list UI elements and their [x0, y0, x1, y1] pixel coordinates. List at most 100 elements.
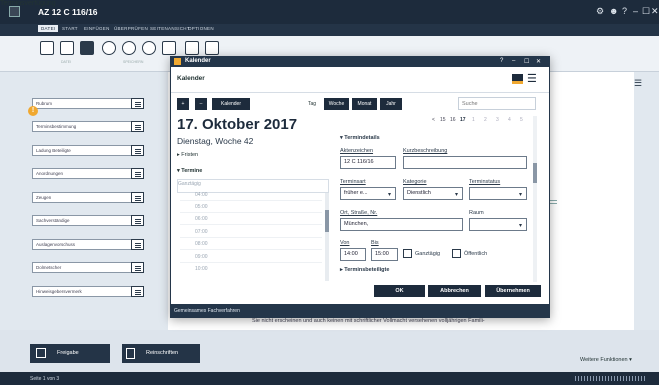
- mini-cal-day[interactable]: 16: [450, 117, 456, 123]
- ort-input[interactable]: München,: [340, 218, 463, 231]
- kategorie-select[interactable]: Dienstlich: [403, 187, 463, 200]
- drag-handle-icon[interactable]: [549, 200, 557, 204]
- apply-button[interactable]: Übernehmen: [485, 285, 541, 297]
- mini-cal-day[interactable]: 5: [520, 117, 523, 123]
- menu-optionen[interactable]: OPTIONEN: [188, 26, 214, 31]
- ganztaegig-checkbox[interactable]: [403, 249, 412, 258]
- mini-cal-day-selected[interactable]: 17: [460, 117, 466, 123]
- sidebar-menu-icon[interactable]: ☰: [634, 78, 642, 89]
- menu-seitenansicht[interactable]: SEITENANSICHT: [150, 26, 190, 31]
- mini-cal-day[interactable]: 1: [472, 117, 475, 123]
- raum-select[interactable]: [469, 218, 527, 231]
- menu-start[interactable]: START: [62, 26, 78, 31]
- auslagen-menu-icon[interactable]: [131, 239, 144, 250]
- field-auslagenvorschuss[interactable]: Auslagenvorschuss: [32, 239, 132, 250]
- zeugen-menu-icon[interactable]: [131, 192, 144, 203]
- sachverstaendige-menu-icon[interactable]: [131, 215, 144, 226]
- hinweis-menu-icon[interactable]: [131, 286, 144, 297]
- dialog-help-button[interactable]: ?: [500, 58, 503, 64]
- help-button[interactable]: ?: [622, 6, 627, 16]
- field-dolmetscher[interactable]: Dolmetscher: [32, 262, 132, 273]
- ladung-menu-icon[interactable]: [131, 145, 144, 156]
- check-icon[interactable]: [122, 41, 136, 55]
- cancel-button[interactable]: Abbrechen: [428, 285, 481, 297]
- von-input[interactable]: 14:00: [340, 248, 366, 261]
- save-icon[interactable]: [40, 41, 54, 55]
- field-anordnungen[interactable]: Anordnungen: [32, 168, 132, 179]
- terminsart-select[interactable]: früher e...: [340, 187, 396, 200]
- mini-cal-day[interactable]: 4: [508, 117, 511, 123]
- search-input[interactable]: [458, 97, 536, 110]
- details-scroll-thumb[interactable]: [533, 163, 537, 183]
- oeffentlich-label: Öffentlich: [464, 251, 488, 257]
- terminstatus-select[interactable]: [469, 187, 527, 200]
- remove-button[interactable]: –: [195, 98, 207, 110]
- dialog-minimize-button[interactable]: –: [512, 58, 515, 64]
- allday-label: Ganztägig: [178, 181, 201, 187]
- paste-icon[interactable]: [205, 41, 219, 55]
- allday-row[interactable]: Ganztägig: [177, 179, 329, 193]
- close-button[interactable]: ✕: [651, 6, 659, 17]
- menu-einfuegen[interactable]: EINFÜGEN: [84, 26, 110, 31]
- tab-tag[interactable]: Tag: [302, 98, 322, 110]
- field-sachverstaendige[interactable]: Sachverständige: [32, 215, 132, 226]
- field-ladung[interactable]: Ladung Beteiligte: [32, 145, 132, 156]
- bis-input[interactable]: 15:00: [371, 248, 398, 261]
- add-button[interactable]: +: [177, 98, 189, 110]
- tab-woche[interactable]: Woche: [324, 98, 349, 110]
- user-icon[interactable]: ☻: [609, 6, 618, 16]
- aktenzeichen-input[interactable]: 12 C 116/16: [340, 156, 396, 169]
- anordnungen-menu-icon[interactable]: [131, 168, 144, 179]
- hour-divider: [180, 249, 322, 250]
- tab-jahr[interactable]: Jahr: [380, 98, 402, 110]
- download-icon[interactable]: [102, 41, 116, 55]
- prev-day-icon[interactable]: <: [432, 117, 435, 123]
- ribbon-label-speichern: SPEICHERN: [123, 60, 144, 64]
- dialog-menu-icon[interactable]: ☰: [527, 72, 537, 85]
- kurzbeschreibung-input[interactable]: [403, 156, 527, 169]
- maximize-button[interactable]: ☐: [642, 6, 650, 17]
- dolmetscher-menu-icon[interactable]: [131, 262, 144, 273]
- field-terminsbestimmung[interactable]: Terminsbestimmung: [32, 121, 132, 132]
- export-icon[interactable]: [142, 41, 156, 55]
- field-rubrum[interactable]: Rubrum: [32, 98, 132, 109]
- kalender-button[interactable]: Kalender: [212, 98, 250, 110]
- mini-cal-day[interactable]: 2: [484, 117, 487, 123]
- timeline-scrollbar[interactable]: [325, 193, 329, 281]
- details-scrollbar[interactable]: [533, 116, 537, 282]
- ok-button[interactable]: OK: [374, 285, 425, 297]
- dialog-close-button[interactable]: ✕: [536, 58, 541, 65]
- hour-label: 07:00: [195, 229, 208, 235]
- field-zeugen[interactable]: Zeugen: [32, 192, 132, 203]
- dialog-header: Kalender ☰: [171, 67, 549, 93]
- hour-label: 06:00: [195, 216, 208, 222]
- weitere-funktionen-button[interactable]: Weitere Funktionen ▾: [580, 357, 632, 363]
- fristen-toggle[interactable]: ▸ Fristen: [177, 152, 198, 158]
- field-hinweis[interactable]: Hinweisgebersvermerk: [32, 286, 132, 297]
- mini-cal-day[interactable]: 15: [440, 117, 446, 123]
- termindetails-toggle[interactable]: ▾ Termindetails: [340, 135, 380, 141]
- date-subheading: Dienstag, Woche 42: [177, 136, 254, 146]
- termine-toggle[interactable]: ▾ Termine: [177, 168, 202, 174]
- rubrum-menu-icon[interactable]: [131, 98, 144, 109]
- termine-label: Termine: [181, 168, 203, 174]
- oeffentlich-checkbox[interactable]: [452, 249, 461, 258]
- menu-ueberpruefen[interactable]: ÜBERPRÜFEN: [114, 26, 148, 31]
- copy-icon[interactable]: [185, 41, 199, 55]
- minimize-button[interactable]: –: [633, 6, 638, 16]
- mini-cal-day[interactable]: 3: [496, 117, 499, 123]
- menu-datei[interactable]: DATEI: [38, 25, 59, 32]
- beteiligte-toggle[interactable]: ▸ Terminsbeteiligte: [340, 267, 389, 273]
- terminsbestimmung-menu-icon[interactable]: [131, 121, 144, 132]
- timeline-scroll-thumb[interactable]: [325, 210, 329, 232]
- reinschriften-button[interactable]: Reinschriften: [122, 344, 200, 363]
- folder-icon[interactable]: [60, 41, 74, 55]
- reinschriften-label: Reinschriften: [146, 350, 179, 356]
- document-icon[interactable]: [162, 41, 176, 55]
- freigabe-button[interactable]: Freigabe: [30, 344, 110, 363]
- print-icon[interactable]: [80, 41, 94, 55]
- zoom-slider[interactable]: [575, 376, 645, 381]
- tab-monat[interactable]: Monat: [352, 98, 377, 110]
- dialog-maximize-button[interactable]: ☐: [524, 58, 529, 65]
- settings-icon[interactable]: ⚙: [596, 6, 604, 17]
